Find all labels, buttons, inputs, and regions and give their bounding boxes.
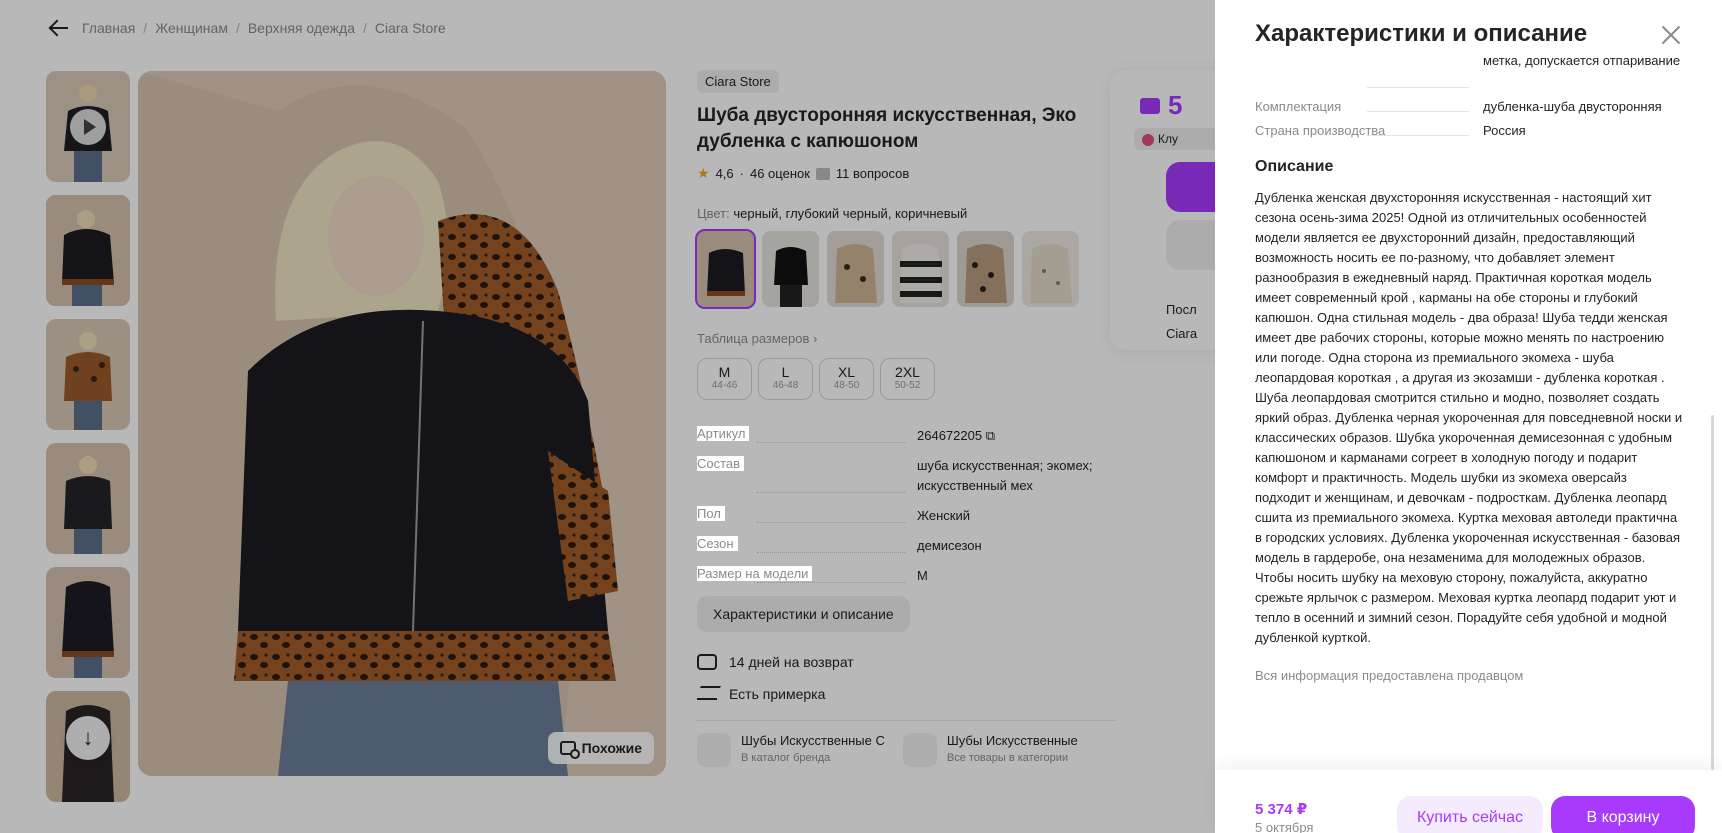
panel-spec-row: метка, допускается отпаривание xyxy=(1255,56,1685,92)
spec-key-text: Пол xyxy=(697,506,725,521)
panel-spec-value: Россия xyxy=(1483,123,1526,138)
panel-spec-value: метка, допускается отпаривание xyxy=(1483,56,1681,68)
panel-title: Характеристики и описание xyxy=(1255,20,1588,47)
description-heading: Описание xyxy=(1255,158,1334,175)
spec-key-text: Артикул xyxy=(697,426,750,441)
spec-key-text: Сезон xyxy=(697,536,738,551)
panel-scrollbar[interactable] xyxy=(1711,415,1714,770)
footer-price: 5 374 ₽ xyxy=(1255,801,1308,818)
modal-backdrop[interactable] xyxy=(0,0,1215,833)
description-text: Дубленка женская двухсторонняя искусстве… xyxy=(1255,190,1683,645)
spec-key-text: Состав xyxy=(697,456,745,471)
delivery-date: 5 октября xyxy=(1255,820,1314,833)
panel-spec-value: дубленка-шуба двусторонняя xyxy=(1483,99,1662,114)
panel-spec-key: Страна производства xyxy=(1255,122,1483,140)
purchase-footer: 5 374 ₽ 5 октября Купить сейчас В корзин… xyxy=(1215,770,1722,833)
close-icon[interactable] xyxy=(1660,24,1682,46)
panel-spec-key xyxy=(1255,56,1483,92)
panel-spec-row: Комплектация дубленка-шуба двусторонняя xyxy=(1255,98,1685,116)
add-to-cart-button[interactable]: В корзину xyxy=(1551,796,1695,833)
panel-spec-key: Комплектация xyxy=(1255,98,1483,116)
panel-scroll-area[interactable]: метка, допускается отпаривание Комплекта… xyxy=(1255,56,1685,756)
characteristics-panel: Характеристики и описание метка, допуска… xyxy=(1215,0,1722,833)
buy-now-button[interactable]: Купить сейчас xyxy=(1397,796,1543,833)
panel-spec-row: Страна производства Россия xyxy=(1255,122,1685,140)
spec-key-text: Размер на модели xyxy=(697,566,813,581)
seller-note: Вся информация предоставлена продавцом xyxy=(1255,668,1524,683)
